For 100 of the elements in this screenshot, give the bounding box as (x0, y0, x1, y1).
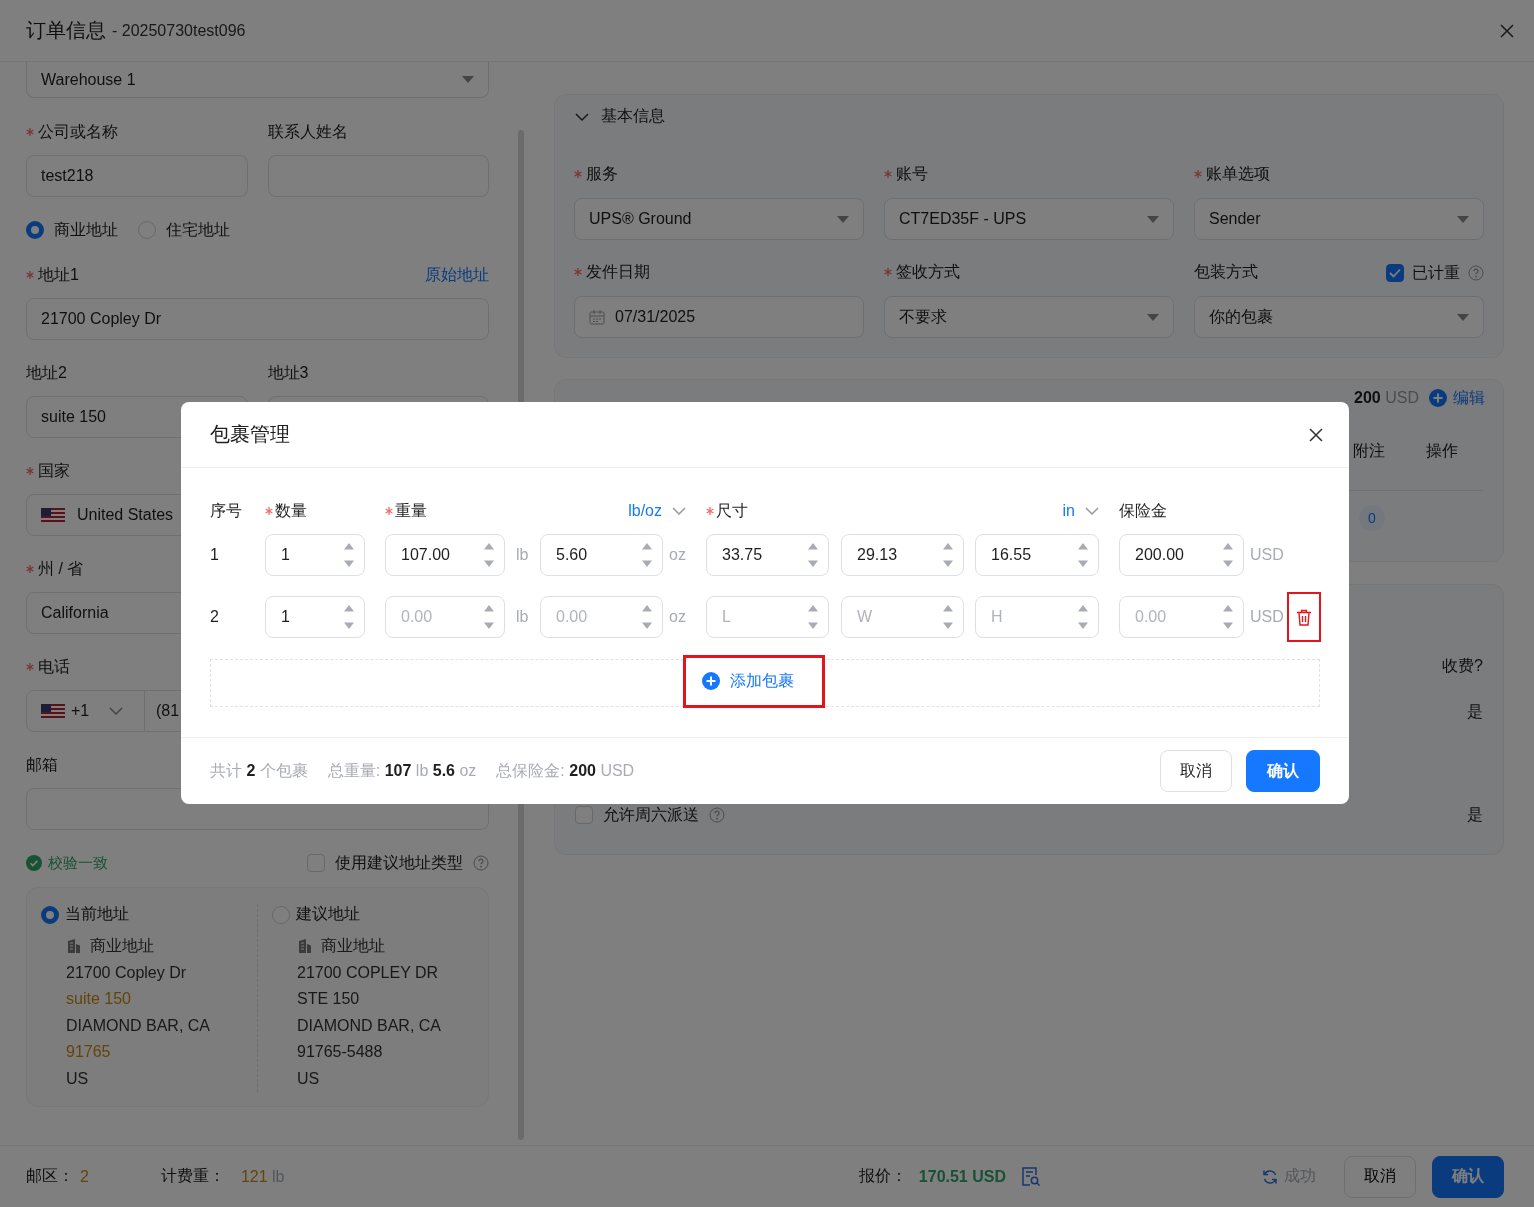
address-line: DIAMOND BAR, CA (66, 1015, 211, 1036)
address-line: 21700 Copley Dr (66, 962, 188, 983)
field-label: 签收方式 (896, 262, 960, 282)
text-field[interactable]: 21700 Copley Dr (26, 298, 489, 340)
select-field[interactable]: UPS® Ground (574, 198, 864, 240)
date-field[interactable]: 07/31/2025 (574, 296, 864, 338)
chevron-icon (672, 507, 686, 515)
delete-button[interactable] (1287, 592, 1321, 642)
validation-status: 校验一致 (48, 853, 108, 873)
window-title: 订单信息 (26, 18, 106, 43)
link[interactable]: 原始地址 (425, 265, 489, 298)
trash-icon (1296, 608, 1312, 626)
confirm-button[interactable]: 确认 (1246, 750, 1320, 792)
confirm-button[interactable]: 确认 (1432, 1155, 1504, 1198)
unit-label: lb (515, 608, 530, 626)
stepper-icon[interactable] (1222, 604, 1234, 630)
summary-text: 总保险金: 200 USD (496, 760, 635, 781)
check-circle-icon (26, 855, 42, 871)
unit-label: lb (515, 546, 530, 564)
select-field[interactable]: 你的包裹 (1194, 296, 1484, 338)
field-label: 地址1 (38, 265, 79, 285)
number-field[interactable]: 200.00 (1119, 534, 1244, 576)
unit-label: oz (668, 608, 687, 626)
column-header: 保险金 (1119, 500, 1167, 521)
table-cell-text: 是 (1467, 701, 1483, 722)
column-header: 重量 (395, 500, 427, 521)
unit-dropdown[interactable]: lb/oz (628, 502, 686, 520)
checkbox-label: 已计重 (1412, 262, 1460, 283)
stepper-icon[interactable] (483, 542, 495, 568)
address-line: US (297, 1068, 321, 1089)
stepper-icon[interactable] (483, 604, 495, 630)
number-field[interactable]: 1 (265, 596, 365, 638)
help-icon (709, 807, 725, 823)
number-field[interactable]: 0.00 (1119, 596, 1244, 638)
number-field[interactable]: H (975, 596, 1099, 638)
field-label: 国家 (38, 461, 70, 481)
cancel-button[interactable]: 取消 (1344, 1155, 1416, 1198)
number-field[interactable]: 1 (265, 534, 365, 576)
caret-icon (462, 76, 474, 83)
add-package-button[interactable]: 添加包裹 (683, 654, 825, 708)
checkbox[interactable] (1386, 264, 1404, 282)
number-field[interactable]: 33.75 (706, 534, 829, 576)
stepper-icon[interactable] (641, 542, 653, 568)
stepper-icon[interactable] (1077, 542, 1089, 568)
stepper-icon[interactable] (1077, 604, 1089, 630)
address-line: STE 150 (297, 989, 361, 1009)
radio-button[interactable] (41, 905, 59, 924)
section-title: 基本信息 (601, 106, 665, 126)
stepper-icon[interactable] (343, 542, 355, 568)
address-line: DIAMOND BAR, CA (297, 1015, 442, 1036)
chevron-icon (1085, 507, 1099, 515)
field-label: 账单选项 (1206, 164, 1270, 184)
stepper-icon[interactable] (1222, 542, 1234, 568)
help-icon (473, 855, 489, 871)
column-header: 操作 (1426, 441, 1459, 461)
number-field[interactable]: 0.00 (385, 596, 505, 638)
table-cell-text: 是 (1467, 804, 1483, 825)
address-type: 商业地址 (321, 936, 385, 956)
unit-label: USD (1249, 546, 1285, 564)
stepper-icon[interactable] (343, 604, 355, 630)
field-label: 包装方式 (1194, 262, 1258, 282)
radio-button[interactable] (26, 221, 44, 239)
cancel-button[interactable]: 取消 (1160, 750, 1232, 792)
close-icon[interactable] (1309, 427, 1323, 442)
stepper-icon[interactable] (942, 604, 954, 630)
select-field[interactable]: Warehouse 1 (26, 62, 489, 98)
row-number: 1 (210, 546, 220, 564)
address-type: 商业地址 (90, 936, 154, 956)
stepper-icon[interactable] (807, 604, 819, 630)
country-code-select[interactable]: +1 (26, 690, 145, 732)
number-field[interactable]: 0.00 (540, 596, 663, 638)
calendar-icon (589, 309, 605, 325)
address-line: 91765 (66, 1042, 112, 1062)
number-field[interactable]: 16.55 (975, 534, 1099, 576)
radio-label: 建议地址 (296, 904, 360, 924)
number-field[interactable]: 5.60 (540, 534, 663, 576)
address-line: US (66, 1068, 90, 1089)
number-field[interactable]: L (706, 596, 829, 638)
select-field[interactable]: Sender (1194, 198, 1484, 240)
edit-button[interactable]: 编辑 (1429, 387, 1485, 409)
flag-icon (41, 508, 65, 522)
number-field[interactable]: W (841, 596, 964, 638)
checkbox-label: 允许周六派送 (603, 804, 699, 825)
field-label: 联系人姓名 (267, 122, 348, 142)
checkbox-label: 使用建议地址类型 (335, 852, 463, 873)
field-label: 服务 (586, 164, 618, 184)
caret-icon (1457, 215, 1469, 223)
unit-dropdown[interactable]: in (1062, 502, 1099, 520)
number-field[interactable]: 29.13 (841, 534, 964, 576)
select-field[interactable]: CT7ED35F - UPS (884, 198, 1174, 240)
text-field[interactable]: test218 (26, 155, 248, 197)
flag-icon (41, 704, 65, 718)
number-field[interactable]: 107.00 (385, 534, 505, 576)
stepper-icon[interactable] (942, 542, 954, 568)
field-label: 地址3 (267, 363, 309, 383)
select-field[interactable]: 不要求 (884, 296, 1174, 338)
building-icon (297, 938, 313, 955)
document-search-icon[interactable] (1022, 1166, 1040, 1187)
stepper-icon[interactable] (807, 542, 819, 568)
stepper-icon[interactable] (641, 604, 653, 630)
